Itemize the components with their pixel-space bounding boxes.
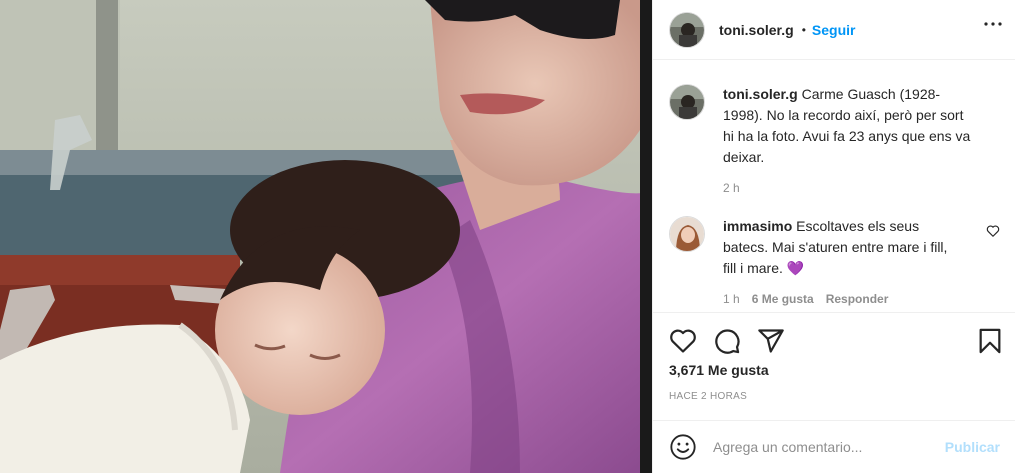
publish-button[interactable]: Publicar: [945, 439, 1000, 455]
caption-avatar[interactable]: [669, 84, 705, 120]
comment-time: 1 h: [723, 292, 740, 306]
comment-body: immasimo Escoltaves els seus batecs. Mai…: [723, 216, 963, 310]
caption-meta: 2 h: [723, 178, 978, 199]
post-header: toni.soler.g • Seguir: [653, 0, 1015, 60]
more-horizontal-icon[interactable]: [984, 22, 1002, 26]
heart-icon[interactable]: [669, 327, 697, 355]
follow-button[interactable]: Seguir: [812, 22, 856, 38]
comments-list[interactable]: toni.soler.g Carme Guasch (1928-1998). N…: [653, 60, 1015, 312]
photo-image: [0, 0, 652, 473]
likes-count[interactable]: 3,671 Me gusta: [669, 362, 769, 378]
commenter-avatar[interactable]: [669, 216, 705, 252]
smiley-icon[interactable]: [669, 433, 697, 461]
paper-plane-icon[interactable]: [757, 327, 785, 355]
comment-icon[interactable]: [713, 327, 741, 355]
caption-body: toni.soler.g Carme Guasch (1928-1998). N…: [723, 84, 978, 199]
reply-button[interactable]: Responder: [826, 289, 889, 310]
caption-author[interactable]: toni.soler.g: [723, 86, 798, 102]
post-timestamp[interactable]: HACE 2 HORAS: [669, 391, 747, 402]
action-bar: [653, 312, 1015, 366]
bookmark-icon[interactable]: [976, 327, 1004, 355]
comment-meta: 1 h 6 Me gusta Responder: [723, 289, 963, 310]
purple-heart-emoji: 💜: [786, 260, 805, 276]
author-username[interactable]: toni.soler.g: [719, 22, 794, 38]
caption: toni.soler.g Carme Guasch (1928-1998). N…: [669, 84, 1000, 199]
caption-time: 2 h: [723, 181, 740, 195]
comment-composer: Publicar: [653, 420, 1015, 473]
comment-likes-link[interactable]: 6 Me gusta: [752, 289, 814, 310]
author-avatar[interactable]: [669, 11, 705, 48]
comment-author[interactable]: immasimo: [723, 218, 792, 234]
list-item: immasimo Escoltaves els seus batecs. Mai…: [669, 216, 1000, 310]
comment-input[interactable]: [713, 439, 945, 455]
header-separator: •: [801, 22, 806, 37]
small-heart-icon[interactable]: [986, 224, 1000, 238]
post-photo[interactable]: [0, 0, 652, 473]
post-side-panel: toni.soler.g • Seguir toni.soler.g Carme…: [652, 0, 1015, 473]
